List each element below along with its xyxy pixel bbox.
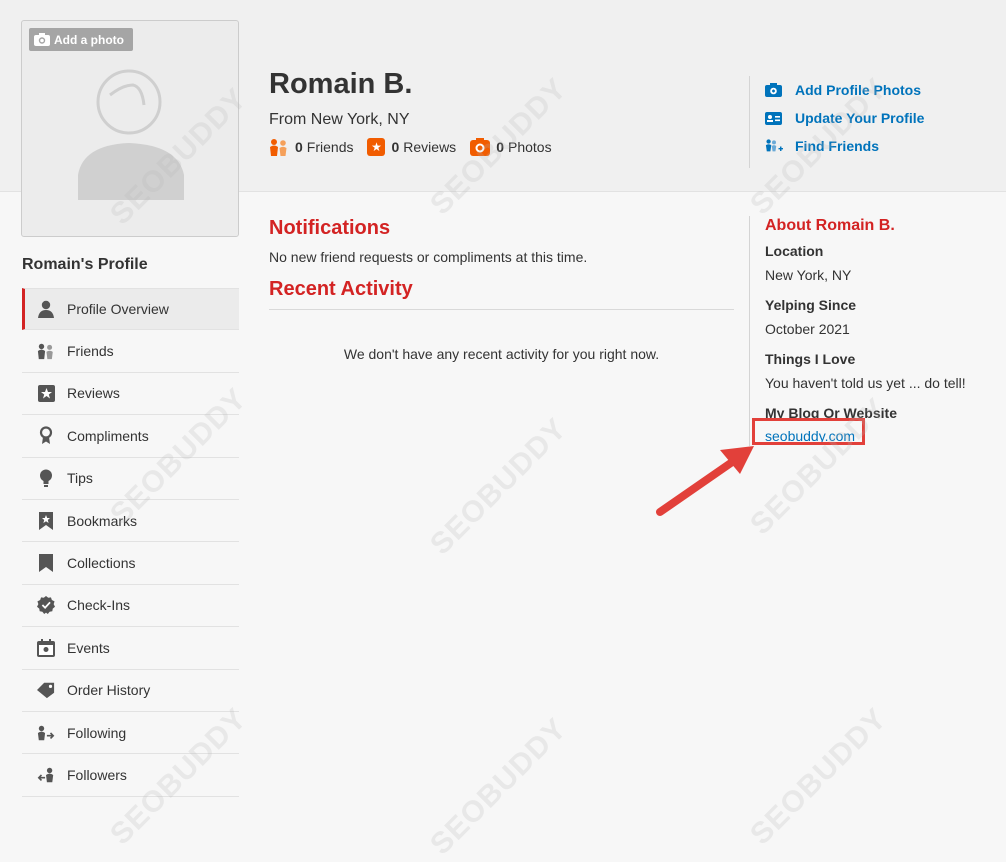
star-icon (37, 384, 55, 402)
friends-icon (37, 342, 55, 360)
nav-item-events[interactable]: Events (22, 627, 239, 670)
recent-activity-empty: We don't have any recent activity for yo… (343, 346, 660, 362)
nav-item-compliments[interactable]: Compliments (22, 415, 239, 458)
person-icon (37, 300, 55, 319)
location-value: New York, NY (765, 267, 852, 283)
notifications-text: No new friend requests or compliments at… (269, 249, 588, 265)
bookmark-star-icon (37, 511, 55, 530)
profile-photo-placeholder[interactable]: Add a photo (21, 20, 239, 237)
about-sidebar: About Romain B. Location New York, NY Ye… (749, 216, 1006, 446)
friends-stat: 0 Friends (269, 138, 353, 156)
check-badge-icon (37, 596, 55, 615)
bookmark-icon (37, 554, 55, 573)
id-card-icon (765, 111, 783, 125)
location-label: Location (765, 243, 824, 259)
add-photo-button[interactable]: Add a photo (29, 28, 133, 51)
nav-item-collections[interactable]: Collections (22, 542, 239, 585)
nav-item-order-history[interactable]: Order History (22, 670, 239, 712)
camera-icon (765, 83, 783, 97)
things-i-love-value: You haven't told us yet ... do tell! (765, 375, 966, 391)
following-icon (37, 724, 55, 742)
camera-icon (34, 33, 50, 46)
profile-nav-title: Romain's Profile (22, 256, 148, 273)
profile-location: From New York, NY (269, 111, 410, 128)
recent-activity-divider (269, 309, 734, 310)
friends-count: 0 (295, 139, 303, 155)
followers-icon (37, 766, 55, 784)
friends-label: Friends (306, 139, 354, 155)
tag-icon (37, 681, 55, 699)
blog-link-highlight (752, 418, 865, 445)
nav-item-tips[interactable]: Tips (22, 458, 239, 500)
add-photo-label: Add a photo (54, 32, 124, 47)
camera-icon (470, 138, 491, 156)
nav-item-following[interactable]: Following (22, 712, 239, 755)
default-avatar-icon (78, 69, 184, 200)
nav-item-reviews[interactable]: Reviews (22, 373, 239, 416)
profile-actions: Add Profile Photos Update Your Profile F… (749, 76, 924, 168)
nav-item-followers[interactable]: Followers (22, 754, 239, 797)
watermark: SEOBUDDY (744, 702, 894, 852)
friends-icon (270, 139, 287, 156)
notifications-heading: Notifications (269, 217, 391, 239)
ribbon-icon (37, 426, 55, 445)
profile-nav: Profile Overview Friends Reviews Complim… (22, 288, 239, 797)
add-friend-icon (765, 138, 783, 154)
profile-name: Romain B. (269, 68, 413, 100)
yelping-since-value: October 2021 (765, 321, 850, 337)
calendar-icon (37, 638, 55, 657)
photos-count: 0 (496, 139, 504, 155)
lightbulb-icon (37, 469, 55, 487)
update-your-profile-link[interactable]: Update Your Profile (765, 104, 924, 132)
yelping-since-label: Yelping Since (765, 297, 857, 313)
recent-activity-heading: Recent Activity (269, 278, 413, 300)
star-icon: ★ (367, 138, 386, 156)
reviews-stat: ★ 0 Reviews (367, 138, 456, 156)
photos-stat: 0 Photos (470, 138, 552, 156)
watermark: SEOBUDDY (424, 712, 574, 862)
reviews-label: Reviews (403, 139, 457, 155)
add-profile-photos-link[interactable]: Add Profile Photos (765, 76, 924, 104)
things-i-love-label: Things I Love (765, 351, 856, 367)
find-friends-link[interactable]: Find Friends (765, 132, 924, 160)
nav-item-friends[interactable]: Friends (22, 330, 239, 373)
annotation-arrow-icon (656, 446, 754, 516)
reviews-count: 0 (391, 139, 400, 155)
photos-label: Photos (507, 139, 552, 155)
nav-item-profile-overview[interactable]: Profile Overview (22, 288, 239, 331)
nav-item-bookmarks[interactable]: Bookmarks (22, 500, 239, 543)
profile-stats: 0 Friends ★ 0 Reviews 0 Photos (269, 138, 566, 156)
nav-item-check-ins[interactable]: Check-Ins (22, 585, 239, 628)
about-title: About Romain B. (765, 217, 895, 234)
watermark: SEOBUDDY (424, 412, 574, 562)
